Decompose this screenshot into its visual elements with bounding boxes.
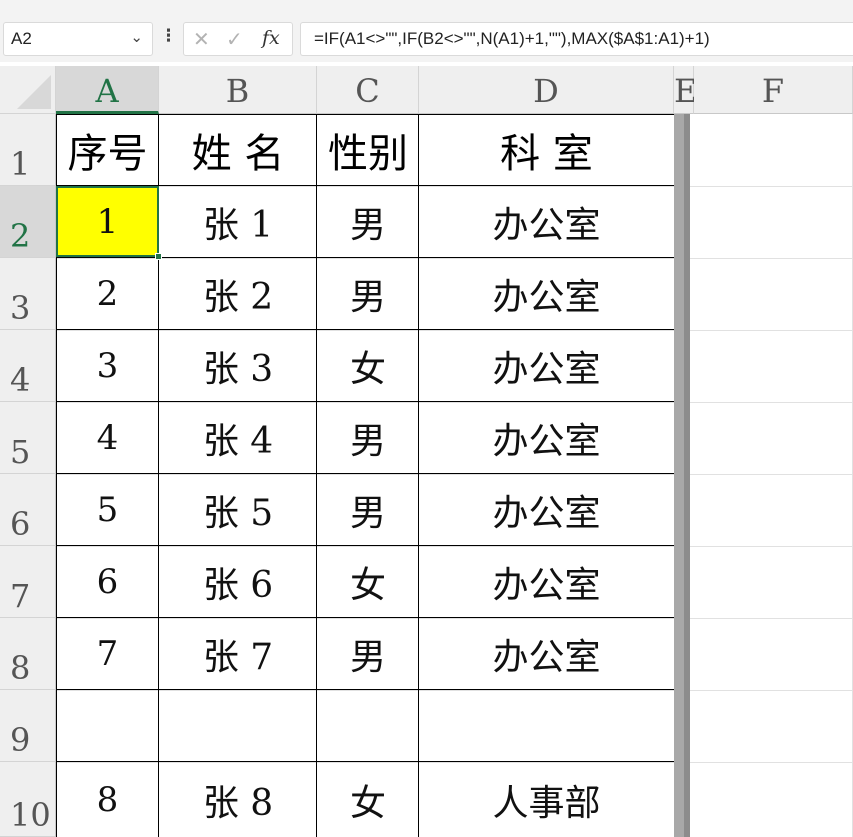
cell-dept[interactable]: 办公室: [419, 402, 674, 474]
active-cell-outline: [56, 186, 159, 257]
chevron-down-icon[interactable]: ⌄: [130, 28, 143, 46]
cell-seq[interactable]: 3: [56, 330, 159, 402]
cell-seq[interactable]: [56, 690, 159, 762]
row-header-8[interactable]: 8: [0, 618, 56, 690]
name-box-value: A2: [11, 29, 32, 48]
cell-gender[interactable]: 男: [317, 258, 419, 330]
column-header-c[interactable]: C: [317, 66, 419, 114]
cell-seq[interactable]: 8: [56, 762, 159, 837]
cell-name[interactable]: 张 8: [159, 762, 317, 837]
cell-gender[interactable]: [317, 690, 419, 762]
cell-gender[interactable]: 女: [317, 762, 419, 837]
cell-dept[interactable]: 办公室: [419, 474, 674, 546]
check-icon[interactable]: ✓: [226, 27, 243, 51]
cell-seq[interactable]: 7: [56, 618, 159, 690]
cell-gender[interactable]: 男: [317, 186, 419, 258]
row-header-1[interactable]: 1: [0, 114, 56, 186]
cell-dept[interactable]: 办公室: [419, 186, 674, 258]
formula-input[interactable]: =IF(A1<>"",IF(B2<>"",N(A1)+1,""),MAX($A$…: [300, 22, 853, 56]
close-icon[interactable]: ✕: [193, 27, 210, 51]
cell-name[interactable]: 张 5: [159, 474, 317, 546]
cell-gender[interactable]: 女: [317, 546, 419, 618]
row-header-6[interactable]: 6: [0, 474, 56, 546]
cell-name[interactable]: 张 7: [159, 618, 317, 690]
cell-dept[interactable]: 办公室: [419, 546, 674, 618]
column-header-e[interactable]: E: [674, 66, 697, 114]
row-header-3[interactable]: 3: [0, 258, 56, 330]
cell-seq[interactable]: 5: [56, 474, 159, 546]
row-header-9[interactable]: 9: [0, 690, 56, 762]
fill-handle[interactable]: [155, 253, 162, 260]
row-header-2[interactable]: 2: [0, 186, 56, 258]
cell-seq[interactable]: 2: [56, 258, 159, 330]
cell-dept[interactable]: 办公室: [419, 618, 674, 690]
column-header-a[interactable]: A: [56, 66, 159, 114]
row-header-10[interactable]: 10: [0, 762, 56, 837]
header-gender[interactable]: 性别: [317, 114, 419, 186]
cell-dept[interactable]: [419, 690, 674, 762]
name-box[interactable]: A2 ⌄: [3, 22, 153, 56]
cell-dept[interactable]: 人事部: [419, 762, 674, 837]
column-header-d[interactable]: D: [419, 66, 674, 114]
select-all-corner[interactable]: [0, 66, 56, 114]
fx-button[interactable]: fx: [262, 27, 280, 49]
cell-name[interactable]: 张 4: [159, 402, 317, 474]
cell-name[interactable]: 张 2: [159, 258, 317, 330]
column-header-f[interactable]: F: [694, 66, 853, 114]
cell-gender[interactable]: 男: [317, 618, 419, 690]
formula-buttons: ✕ ✓ fx: [183, 22, 293, 56]
vertical-dots-icon[interactable]: ⋮: [160, 26, 177, 46]
cell-gender[interactable]: 男: [317, 474, 419, 546]
page-break-line: [674, 114, 690, 837]
cell-name[interactable]: 张 3: [159, 330, 317, 402]
cell-dept[interactable]: 办公室: [419, 258, 674, 330]
formula-bar: A2 ⌄ ⋮ ✕ ✓ fx =IF(A1<>"",IF(B2<>"",N(A1)…: [0, 0, 853, 62]
cell-gender[interactable]: 男: [317, 402, 419, 474]
cell-name[interactable]: 张 6: [159, 546, 317, 618]
row-header-7[interactable]: 7: [0, 546, 56, 618]
cell-name[interactable]: [159, 690, 317, 762]
cell-seq[interactable]: 4: [56, 402, 159, 474]
cell-name[interactable]: 张 1: [159, 186, 317, 258]
row-header-5[interactable]: 5: [0, 402, 56, 474]
cell-seq[interactable]: 6: [56, 546, 159, 618]
header-name[interactable]: 姓 名: [159, 114, 317, 186]
cell-gender[interactable]: 女: [317, 330, 419, 402]
header-dept[interactable]: 科 室: [419, 114, 674, 186]
column-header-b[interactable]: B: [159, 66, 317, 114]
header-seq[interactable]: 序号: [56, 114, 159, 186]
cell-dept[interactable]: 办公室: [419, 330, 674, 402]
row-header-4[interactable]: 4: [0, 330, 56, 402]
